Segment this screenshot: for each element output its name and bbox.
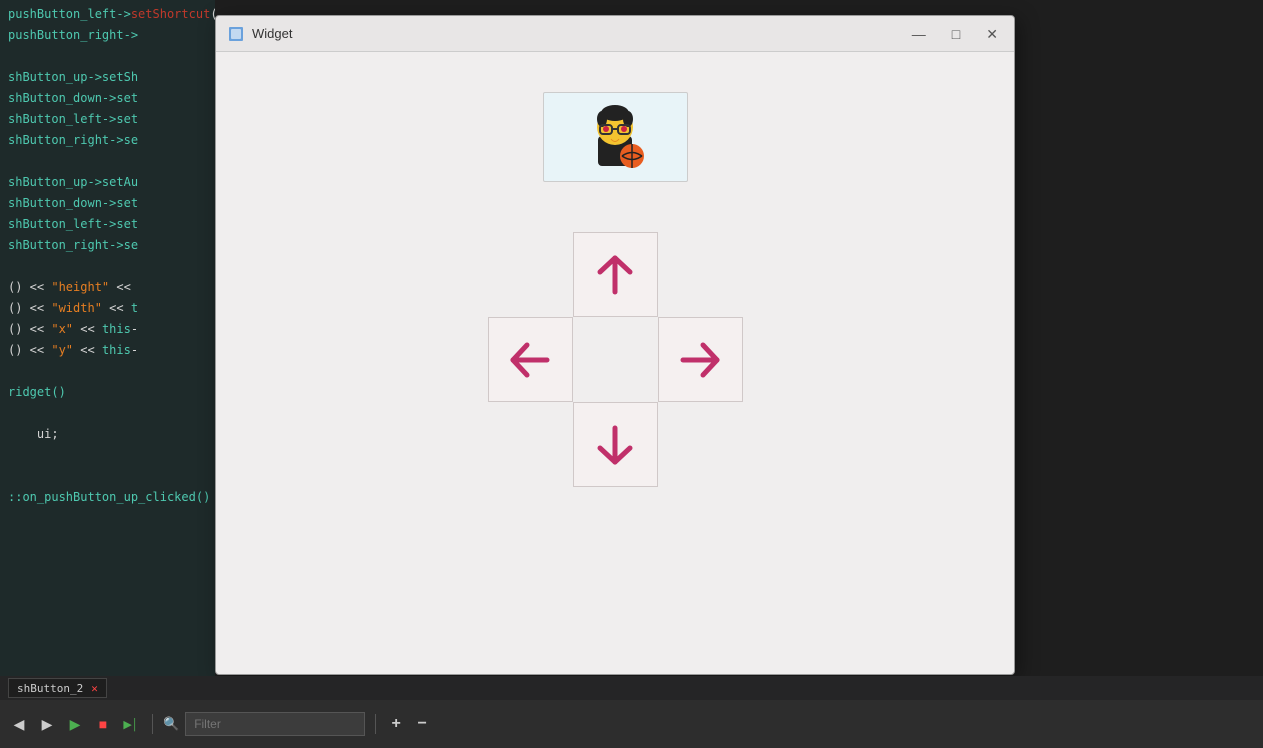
toolbar-separator-1: [152, 714, 153, 734]
prev-button[interactable]: ◀: [8, 713, 30, 735]
remove-button[interactable]: −: [412, 714, 432, 734]
right-arrow-icon: [675, 335, 725, 385]
titlebar-left: Widget: [228, 26, 292, 42]
empty-topleft: [488, 232, 573, 317]
down-button[interactable]: [573, 402, 658, 487]
filter-input[interactable]: [185, 712, 365, 736]
filter-icon: 🔍: [163, 717, 179, 732]
debug-button[interactable]: ▶│: [120, 713, 142, 735]
add-button[interactable]: +: [386, 714, 406, 734]
next-button[interactable]: ▶: [36, 713, 58, 735]
mascot-image: [580, 101, 650, 173]
minimize-button[interactable]: —: [908, 25, 930, 43]
bottom-toolbar: ◀ ▶ ▶ ■ ▶│ 🔍 + −: [0, 700, 1263, 748]
maximize-button[interactable]: □: [948, 25, 964, 43]
tab-shbutton2[interactable]: shButton_2 ✕: [8, 678, 107, 698]
play-button[interactable]: ▶: [64, 713, 86, 735]
close-button[interactable]: ✕: [982, 25, 1002, 43]
left-button[interactable]: [488, 317, 573, 402]
code-editor: pushButton_left->setShortcut(QKeySequenc…: [0, 0, 215, 700]
widget-title-label: Widget: [252, 26, 292, 41]
tab-bar: shButton_2 ✕: [0, 676, 1263, 700]
empty-bottomright: [658, 402, 743, 487]
empty-topright: [658, 232, 743, 317]
avatar-container: [543, 92, 688, 182]
tab-label: shButton_2: [17, 682, 83, 695]
direction-pad: [488, 232, 743, 487]
stop-button[interactable]: ■: [92, 713, 114, 735]
left-arrow-icon: [505, 335, 555, 385]
up-arrow-icon: [590, 250, 640, 300]
widget-content: [216, 52, 1014, 674]
tab-close-icon[interactable]: ✕: [91, 682, 98, 695]
titlebar-controls: — □ ✕: [908, 25, 1002, 43]
up-button[interactable]: [573, 232, 658, 317]
right-button[interactable]: [658, 317, 743, 402]
empty-bottomleft: [488, 402, 573, 487]
center-pad: [573, 317, 658, 402]
down-arrow-icon: [590, 420, 640, 470]
widget-titlebar: Widget — □ ✕: [216, 16, 1014, 52]
widget-window: Widget — □ ✕: [215, 15, 1015, 675]
widget-app-icon: [228, 26, 244, 42]
toolbar-separator-2: [375, 714, 376, 734]
